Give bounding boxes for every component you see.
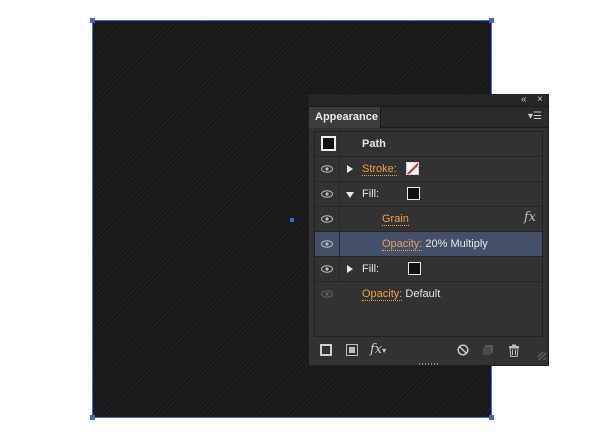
appearance-row-opacity-object[interactable]: Opacity: Default	[315, 282, 542, 307]
panel-menu-icon[interactable]: ▾☰	[528, 111, 542, 123]
eye-icon[interactable]	[321, 215, 333, 223]
add-new-stroke-icon[interactable]	[320, 344, 332, 356]
fill-swatch-black-icon[interactable]	[408, 262, 421, 275]
visibility-toggle	[315, 282, 340, 306]
eye-icon[interactable]	[321, 240, 333, 248]
eye-icon	[321, 290, 333, 298]
visibility-toggle[interactable]	[315, 157, 340, 181]
opacity-link[interactable]: Opacity:	[362, 288, 403, 301]
collapse-triangle-icon[interactable]	[346, 192, 354, 198]
close-icon[interactable]: ×	[537, 93, 543, 107]
opacity-default-label: Opacity: Default	[362, 282, 440, 306]
appearance-row-opacity-fill[interactable]: Opacity: 20% Multiply	[315, 232, 542, 257]
visibility-toggle[interactable]	[315, 257, 340, 281]
center-point-handle[interactable]	[290, 218, 294, 222]
bounding-box-handle-top-left[interactable]	[90, 18, 95, 23]
expand-triangle-icon[interactable]	[347, 165, 353, 173]
object-type-label: Path	[362, 138, 386, 150]
stroke-swatch-none-icon[interactable]	[406, 162, 419, 175]
double-chevron-left-icon[interactable]: «	[521, 93, 527, 107]
grain-label: Grain	[382, 207, 409, 231]
bounding-box-handle-bottom-right[interactable]	[489, 415, 494, 420]
panel-tab-row: Appearance	[309, 107, 548, 128]
fill-swatch-black-icon[interactable]	[407, 187, 420, 200]
delete-item-icon[interactable]	[508, 344, 520, 357]
duplicate-item-icon	[483, 345, 493, 355]
panel-bottom-toolbar: fx▾	[309, 340, 548, 364]
panel-drag-grip-icon[interactable]	[419, 363, 439, 365]
add-new-fill-icon[interactable]	[346, 344, 358, 356]
appearance-row-fill-2[interactable]: Fill:	[315, 257, 542, 282]
appearance-list: Path Stroke: Fill: Grain fx Opacity: 20%…	[314, 131, 543, 337]
resize-grip-icon[interactable]	[538, 352, 546, 360]
appearance-header-row[interactable]: Path	[315, 132, 542, 157]
visibility-toggle[interactable]	[315, 182, 340, 206]
opacity-value: 20% Multiply	[425, 238, 488, 250]
appearance-row-fill[interactable]: Fill:	[315, 182, 542, 207]
path-thumbnail-icon	[321, 136, 336, 151]
fx-menu-label: fx	[370, 342, 383, 357]
appearance-row-stroke[interactable]: Stroke:	[315, 157, 542, 182]
stroke-link[interactable]: Stroke:	[362, 163, 397, 176]
tab-appearance-label: Appearance	[315, 111, 378, 123]
tab-appearance[interactable]: Appearance	[309, 107, 381, 128]
expand-triangle-icon[interactable]	[347, 265, 353, 273]
opacity-link[interactable]: Opacity:	[382, 238, 423, 251]
fx-icon[interactable]: fx	[524, 210, 536, 225]
visibility-toggle[interactable]	[315, 207, 340, 231]
bounding-box-handle-top-right[interactable]	[489, 18, 494, 23]
clear-appearance-icon[interactable]	[457, 344, 469, 356]
fill-label[interactable]: Fill:	[362, 257, 379, 281]
panel-title-bar[interactable]: « ×	[309, 93, 548, 107]
appearance-row-grain-effect[interactable]: Grain fx	[315, 207, 542, 232]
add-new-effect-icon[interactable]: fx▾	[370, 342, 386, 357]
grain-effect-link[interactable]: Grain	[382, 213, 409, 226]
eye-icon[interactable]	[321, 165, 333, 173]
eye-icon[interactable]	[321, 190, 333, 198]
fill-label[interactable]: Fill:	[362, 182, 379, 206]
appearance-panel: « × Appearance ▾☰ Path Stroke: Fill: Gra…	[308, 94, 549, 366]
visibility-toggle[interactable]	[315, 232, 340, 256]
opacity-value: Default	[405, 288, 441, 300]
stroke-label[interactable]: Stroke:	[362, 157, 397, 181]
opacity-label: Opacity: 20% Multiply	[382, 232, 488, 256]
bounding-box-handle-bottom-left[interactable]	[90, 415, 95, 420]
header-swatch-col	[315, 132, 340, 156]
eye-icon[interactable]	[321, 265, 333, 273]
